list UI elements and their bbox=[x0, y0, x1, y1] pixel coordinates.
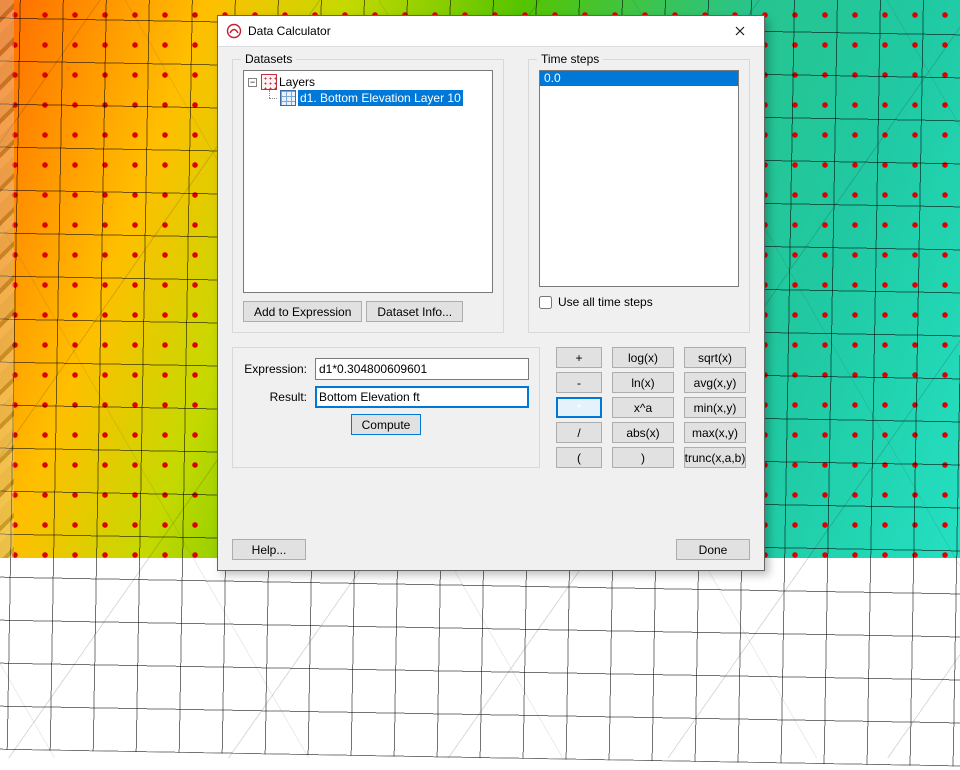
op-trunc[interactable]: trunc(x,a,b) bbox=[684, 447, 746, 468]
datasets-legend: Datasets bbox=[241, 52, 296, 66]
use-all-timesteps-checkbox[interactable]: Use all time steps bbox=[539, 295, 739, 309]
dataset-icon bbox=[280, 90, 296, 106]
tree-branch-icon bbox=[264, 90, 278, 106]
op-add[interactable]: + bbox=[556, 347, 602, 368]
timestep-item[interactable]: 0.0 bbox=[540, 71, 738, 86]
op-log[interactable]: log(x) bbox=[612, 347, 674, 368]
datasets-group: Datasets − Layers d1. Bottom Elevation L… bbox=[232, 59, 504, 333]
tree-item-d1[interactable]: d1. Bottom Elevation Layer 10 bbox=[248, 90, 488, 106]
result-label: Result: bbox=[243, 390, 315, 404]
close-button[interactable] bbox=[717, 16, 762, 46]
op-lparen[interactable]: ( bbox=[556, 447, 602, 468]
op-sqrt[interactable]: sqrt(x) bbox=[684, 347, 746, 368]
op-abs[interactable]: abs(x) bbox=[612, 422, 674, 443]
op-avg[interactable]: avg(x,y) bbox=[684, 372, 746, 393]
add-to-expression-button[interactable]: Add to Expression bbox=[243, 301, 362, 322]
tree-root-label: Layers bbox=[279, 74, 315, 90]
timesteps-list[interactable]: 0.0 bbox=[539, 70, 739, 287]
expression-group: Expression: Result: Compute bbox=[232, 347, 540, 468]
op-min[interactable]: min(x,y) bbox=[684, 397, 746, 418]
dataset-info-button[interactable]: Dataset Info... bbox=[366, 301, 463, 322]
op-pow[interactable]: x^a bbox=[612, 397, 674, 418]
op-rparen[interactable]: ) bbox=[612, 447, 674, 468]
titlebar[interactable]: Data Calculator bbox=[218, 16, 764, 47]
app-icon bbox=[226, 23, 242, 39]
done-button[interactable]: Done bbox=[676, 539, 750, 560]
expression-input[interactable] bbox=[315, 358, 529, 380]
layers-icon bbox=[261, 74, 277, 90]
result-input[interactable] bbox=[315, 386, 529, 408]
op-ln[interactable]: ln(x) bbox=[612, 372, 674, 393]
datasets-tree[interactable]: − Layers d1. Bottom Elevation Layer 10 bbox=[243, 70, 493, 293]
op-max[interactable]: max(x,y) bbox=[684, 422, 746, 443]
collapse-icon[interactable]: − bbox=[248, 78, 257, 87]
tree-item-label: d1. Bottom Elevation Layer 10 bbox=[298, 90, 463, 106]
image-left-edge bbox=[0, 0, 14, 558]
dialog-title: Data Calculator bbox=[248, 24, 331, 38]
compute-button[interactable]: Compute bbox=[351, 414, 421, 435]
close-icon bbox=[735, 26, 745, 36]
op-sub[interactable]: - bbox=[556, 372, 602, 393]
expression-label: Expression: bbox=[243, 362, 315, 376]
tree-root-layers[interactable]: − Layers bbox=[248, 74, 488, 90]
op-div[interactable]: / bbox=[556, 422, 602, 443]
data-calculator-dialog: Data Calculator Datasets − Layers bbox=[217, 15, 765, 571]
operator-buttons: + log(x) sqrt(x) - ln(x) avg(x,y) * x^a … bbox=[556, 347, 746, 468]
help-button[interactable]: Help... bbox=[232, 539, 306, 560]
timesteps-legend: Time steps bbox=[537, 52, 603, 66]
op-mul[interactable]: * bbox=[556, 397, 602, 418]
timesteps-group: Time steps 0.0 Use all time steps bbox=[528, 59, 750, 333]
use-all-timesteps-input[interactable] bbox=[539, 296, 552, 309]
use-all-timesteps-label: Use all time steps bbox=[558, 295, 653, 309]
